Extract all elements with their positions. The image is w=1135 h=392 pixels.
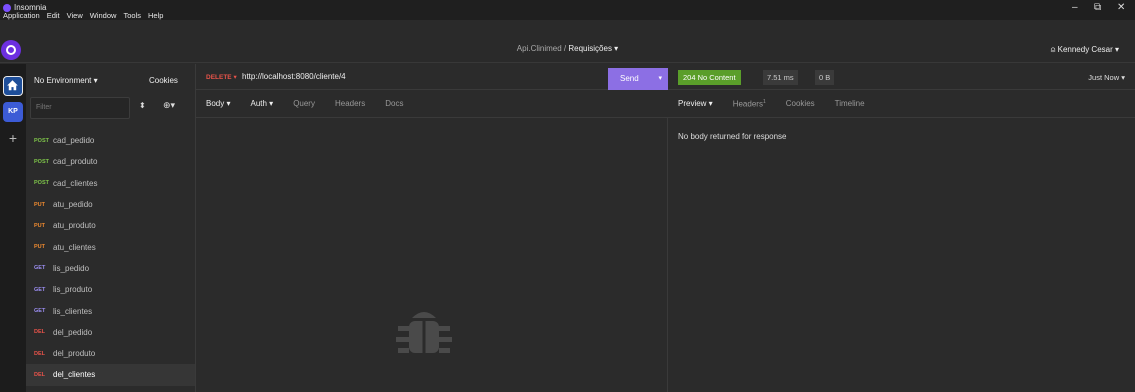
- request-method-badge: GET: [34, 308, 46, 315]
- tab-body[interactable]: Body ▾: [196, 99, 240, 108]
- home-icon[interactable]: [3, 76, 23, 96]
- menu-application[interactable]: Application: [3, 11, 40, 20]
- response-time-badge: 7.51 ms: [763, 70, 798, 85]
- request-name: cad_pedido: [53, 136, 95, 146]
- response-tabs: Preview ▾ Headers1 Cookies Timeline: [668, 90, 1135, 118]
- response-size-badge: 0 B: [815, 70, 835, 85]
- sidebar-request-item[interactable]: GET lis_clientes: [26, 300, 195, 321]
- request-name: del_clientes: [53, 370, 96, 380]
- request-name: atu_pedido: [53, 200, 93, 210]
- restore-icon[interactable]: ⧉: [1094, 2, 1101, 14]
- tab-response-cookies[interactable]: Cookies: [776, 99, 825, 108]
- menu-view[interactable]: View: [67, 11, 83, 20]
- sidebar-request-item[interactable]: POST cad_clientes: [26, 173, 195, 194]
- request-name: del_produto: [53, 349, 96, 359]
- menu-edit[interactable]: Edit: [47, 11, 60, 20]
- tab-auth[interactable]: Auth ▾: [240, 99, 283, 108]
- tab-timeline[interactable]: Timeline: [825, 99, 875, 108]
- request-name: lis_pedido: [53, 263, 90, 273]
- request-method-badge: DEL: [34, 329, 45, 336]
- response-header: 204 No Content 7.51 ms 0 B Just Now ▾: [668, 64, 1135, 90]
- request-method-badge: GET: [34, 265, 46, 272]
- cookies-button[interactable]: Cookies: [149, 76, 178, 85]
- method-selector[interactable]: DELETE ▾: [206, 73, 237, 81]
- title-bar: Insomnia Application Edit View Window To…: [0, 0, 1135, 20]
- request-name: lis_produto: [53, 285, 93, 295]
- menu-bar: Application Edit View Window Tools Help: [0, 11, 163, 20]
- menu-help[interactable]: Help: [148, 11, 163, 20]
- request-body-pane: [196, 118, 668, 392]
- sidebar-request-item[interactable]: DEL del_pedido: [26, 322, 195, 343]
- sidebar-request-item[interactable]: DEL del_clientes: [26, 364, 195, 386]
- sidebar-request-item[interactable]: POST cad_produto: [26, 151, 195, 172]
- menu-tools[interactable]: Tools: [123, 11, 141, 20]
- sidebar-request-item[interactable]: POST cad_pedido: [26, 130, 195, 151]
- left-rail: KP +: [0, 64, 26, 392]
- filter-input[interactable]: Filter: [30, 97, 130, 119]
- workspace-avatar[interactable]: KP: [3, 102, 23, 122]
- request-method-badge: POST: [34, 137, 49, 144]
- headers-count-badge: 1: [762, 98, 766, 105]
- menu-window[interactable]: Window: [90, 11, 117, 20]
- request-method-badge: PUT: [34, 244, 45, 251]
- send-button[interactable]: Send ▾: [608, 68, 668, 90]
- request-list: POST cad_pedido POST cad_produto POST cad_cli…: [26, 130, 195, 386]
- request-name: del_pedido: [53, 327, 93, 337]
- request-name: cad_clientes: [53, 178, 98, 188]
- chevron-down-icon[interactable]: ▾: [658, 68, 662, 90]
- sidebar-request-item[interactable]: DEL del_produto: [26, 343, 195, 364]
- request-method-badge: DEL: [34, 371, 45, 378]
- request-method-badge: DEL: [34, 350, 45, 357]
- tab-headers[interactable]: Headers: [325, 99, 375, 108]
- top-header: Api.Clinimed / Requisições ▾ ⍝ Kennedy C…: [0, 20, 1135, 63]
- request-name: cad_produto: [53, 157, 98, 167]
- request-method-badge: POST: [34, 180, 49, 187]
- close-icon[interactable]: ✕: [1117, 2, 1125, 14]
- tab-docs[interactable]: Docs: [375, 99, 413, 108]
- request-method-badge: POST: [34, 158, 49, 165]
- tab-query[interactable]: Query: [283, 99, 325, 108]
- request-method-badge: PUT: [34, 201, 45, 208]
- tab-response-headers-label: Headers: [732, 99, 763, 109]
- sort-icon[interactable]: ⬍: [139, 101, 146, 110]
- minimize-icon[interactable]: –: [1072, 2, 1078, 14]
- status-badge: 204 No Content: [678, 70, 741, 85]
- add-workspace-icon[interactable]: +: [5, 130, 21, 146]
- environment-selector[interactable]: No Environment ▾: [34, 76, 98, 85]
- bug-icon: [396, 312, 452, 353]
- request-method-badge: GET: [34, 286, 46, 293]
- sidebar-request-item[interactable]: GET lis_pedido: [26, 258, 195, 279]
- url-bar: DELETE ▾ http://localhost:8080/cliente/4…: [196, 64, 668, 90]
- send-label: Send: [620, 74, 639, 83]
- sidebar-request-item[interactable]: PUT atu_pedido: [26, 194, 195, 215]
- sidebar: No Environment ▾ Cookies Filter ⬍ ⊕▾ POS…: [26, 64, 196, 392]
- sidebar-request-item[interactable]: GET lis_produto: [26, 279, 195, 300]
- request-name: atu_clientes: [53, 242, 96, 252]
- add-request-icon[interactable]: ⊕▾: [163, 100, 175, 111]
- breadcrumb-project[interactable]: Api.Clinimed: [517, 44, 562, 53]
- request-method-badge: PUT: [34, 222, 45, 229]
- response-empty-message: No body returned for response: [678, 132, 787, 141]
- breadcrumb[interactable]: Api.Clinimed / Requisições ▾: [0, 44, 1135, 53]
- url-input[interactable]: http://localhost:8080/cliente/4: [242, 72, 346, 81]
- tab-response-headers[interactable]: Headers1: [723, 99, 776, 109]
- user-menu[interactable]: ⍝ Kennedy Cesar ▾: [1051, 45, 1119, 55]
- app-window: Insomnia Application Edit View Window To…: [0, 0, 1135, 392]
- sidebar-request-item[interactable]: PUT atu_produto: [26, 215, 195, 236]
- sidebar-request-item[interactable]: PUT atu_clientes: [26, 236, 195, 257]
- request-name: atu_produto: [53, 221, 96, 231]
- response-history-dropdown[interactable]: Just Now ▾: [1088, 73, 1125, 82]
- breadcrumb-collection[interactable]: Requisições ▾: [568, 44, 618, 53]
- request-name: lis_clientes: [53, 306, 93, 316]
- tab-preview[interactable]: Preview ▾: [668, 99, 723, 108]
- request-tabs: Body ▾ Auth ▾ Query Headers Docs: [196, 90, 668, 118]
